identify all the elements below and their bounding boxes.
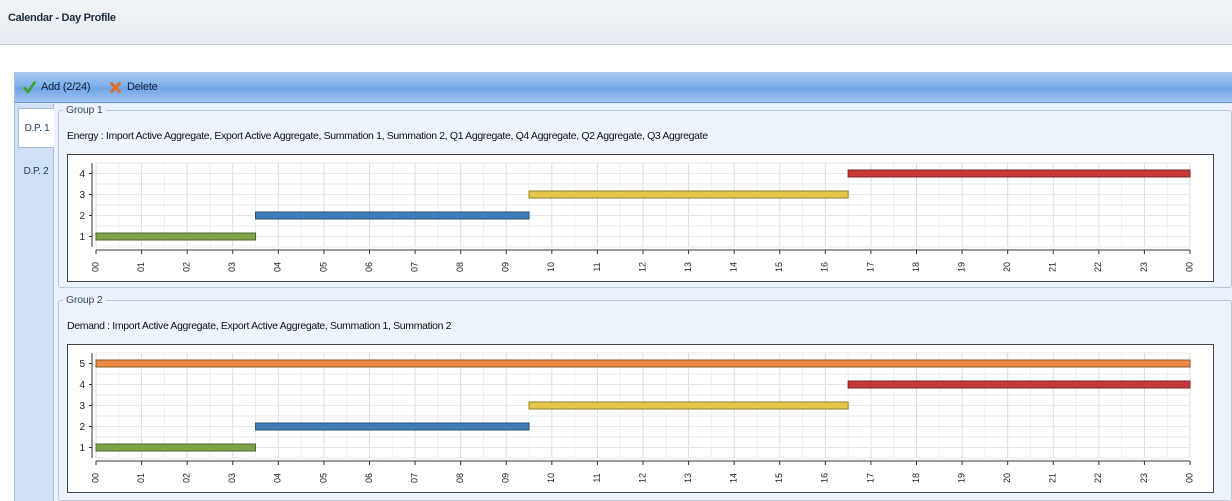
x-tick-label: 12 xyxy=(637,473,647,483)
x-tick-label: 05 xyxy=(318,473,328,483)
add-button-label: Add (2/24) xyxy=(41,81,91,93)
x-tick-label: 09 xyxy=(501,262,511,272)
x-tick-label: 20 xyxy=(1002,473,1012,483)
x-tick-label: 11 xyxy=(592,473,602,482)
gantt-bar-highlight xyxy=(97,445,255,447)
profile-content: Group 1 Energy : Import Active Aggregate… xyxy=(54,104,1232,501)
x-tick-label: 07 xyxy=(409,262,419,272)
window-title: Calendar - Day Profile xyxy=(8,12,116,24)
x-tick-label: 22 xyxy=(1093,262,1103,272)
group-1: Group 1 Energy : Import Active Aggregate… xyxy=(58,104,1232,288)
x-tick-label: 03 xyxy=(227,473,237,483)
y-tick-label: 5 xyxy=(79,359,85,370)
x-tick-label: 12 xyxy=(637,262,647,272)
x-tick-label: 03 xyxy=(227,262,237,272)
x-tick-label: 19 xyxy=(956,262,966,272)
x-tick-label: 10 xyxy=(546,262,556,272)
x-tick-label: 14 xyxy=(729,473,739,483)
group-1-chart: 1 2 3 4 00 01 02 03 04 05 06 07 08 09 10 11 12 13 14 15 16 17… xyxy=(67,154,1214,282)
x-tick-label: 01 xyxy=(136,473,146,483)
gantt-bar-highlight xyxy=(256,213,529,215)
x-tick-label: 13 xyxy=(683,262,693,272)
group-1-gantt-chart: 123400 01 02 03 04 05 06 07 08 09 10 11 12 13 14 15 16 17… xyxy=(79,162,1194,272)
x-tick-label: 07 xyxy=(409,473,419,483)
x-tick-label: 22 xyxy=(1093,473,1103,483)
gantt-bar-highlight xyxy=(97,361,1189,363)
x-tick-label: 04 xyxy=(273,473,283,483)
x-tick-label: 02 xyxy=(182,262,192,272)
x-tick-label: 08 xyxy=(455,262,465,272)
group-2: Group 2 Demand : Import Active Aggregate… xyxy=(58,294,1232,501)
x-tick-label: 04 xyxy=(273,262,283,272)
y-tick-label: 1 xyxy=(79,443,85,454)
delete-button-label: Delete xyxy=(127,81,158,93)
x-tick-label: 14 xyxy=(729,262,739,272)
x-tick-label: 20 xyxy=(1002,262,1012,272)
gantt-bar-highlight xyxy=(256,424,529,426)
x-tick-label: 10 xyxy=(546,473,556,483)
x-tick-label: 11 xyxy=(592,262,602,271)
day-profile-panel: Add (2/24) Delete D.P. 1 D.P. 2 Group 1 … xyxy=(14,72,1232,501)
gantt-bar-highlight xyxy=(97,234,255,236)
group-2-chart: 1 2 3 4 5 00 01 02 03 04 05 06 07 08 09 10 11 12 13 14 15 16 1… xyxy=(67,344,1214,493)
gantt-bar-highlight xyxy=(530,192,848,194)
x-tick-label: 15 xyxy=(774,262,784,272)
y-tick-label: 3 xyxy=(79,401,85,412)
profile-tab-strip: D.P. 1 D.P. 2 xyxy=(15,104,55,501)
group-2-gantt-chart: 1234500 01 02 03 04 05 06 07 08 09 10 11 12 13 14 15 16 1… xyxy=(79,352,1194,483)
x-tick-label: 00 xyxy=(1184,473,1194,483)
tab-dp-2[interactable]: D.P. 2 xyxy=(19,152,53,190)
checkmark-icon xyxy=(23,80,36,93)
x-tick-label: 02 xyxy=(182,473,192,483)
add-button[interactable]: Add (2/24) xyxy=(23,78,91,96)
x-tick-label: 00 xyxy=(90,473,100,483)
x-tick-label: 08 xyxy=(455,473,465,483)
group-2-description: Demand : Import Active Aggregate, Export… xyxy=(67,320,452,332)
y-tick-label: 2 xyxy=(79,211,85,222)
x-tick-label: 15 xyxy=(774,473,784,483)
group-1-description: Energy : Import Active Aggregate, Export… xyxy=(67,130,708,142)
tab-dp-1[interactable]: D.P. 1 xyxy=(18,108,55,148)
x-tick-label: 18 xyxy=(911,262,921,272)
group-1-legend: Group 1 xyxy=(66,104,103,116)
gantt-bar-highlight xyxy=(530,403,848,405)
x-tick-label: 09 xyxy=(501,473,511,483)
x-tick-label: 17 xyxy=(865,262,875,272)
x-tick-label: 06 xyxy=(364,473,374,483)
x-tick-label: 13 xyxy=(683,473,693,483)
x-tick-label: 19 xyxy=(956,473,966,483)
gantt-bar-highlight xyxy=(849,382,1189,384)
x-tick-label: 16 xyxy=(820,262,830,272)
y-tick-label: 1 xyxy=(79,232,85,243)
x-tick-label: 23 xyxy=(1139,473,1149,483)
group-2-legend: Group 2 xyxy=(66,294,103,306)
y-tick-label: 3 xyxy=(79,190,85,201)
x-tick-label: 00 xyxy=(1184,262,1194,272)
x-tick-label: 21 xyxy=(1048,262,1058,272)
y-tick-label: 4 xyxy=(79,169,85,180)
x-tick-label: 06 xyxy=(364,262,374,272)
tab-dp-1-label: D.P. 1 xyxy=(24,122,50,134)
y-tick-label: 4 xyxy=(79,380,85,391)
x-tick-label: 21 xyxy=(1048,473,1058,483)
x-tick-label: 05 xyxy=(318,262,328,272)
x-tick-label: 00 xyxy=(90,262,100,272)
delete-button[interactable]: Delete xyxy=(109,78,158,96)
tab-dp-2-label: D.P. 2 xyxy=(23,165,49,177)
x-tick-label: 18 xyxy=(911,473,921,483)
x-tick-label: 17 xyxy=(865,473,875,483)
x-icon xyxy=(110,81,121,93)
toolbar: Add (2/24) Delete xyxy=(15,72,1232,103)
gantt-bar-highlight xyxy=(849,171,1189,173)
x-tick-label: 23 xyxy=(1139,262,1149,272)
title-bar: Calendar - Day Profile xyxy=(0,0,1232,45)
y-tick-label: 2 xyxy=(79,422,85,433)
x-tick-label: 16 xyxy=(820,473,830,483)
x-tick-label: 01 xyxy=(136,262,146,272)
